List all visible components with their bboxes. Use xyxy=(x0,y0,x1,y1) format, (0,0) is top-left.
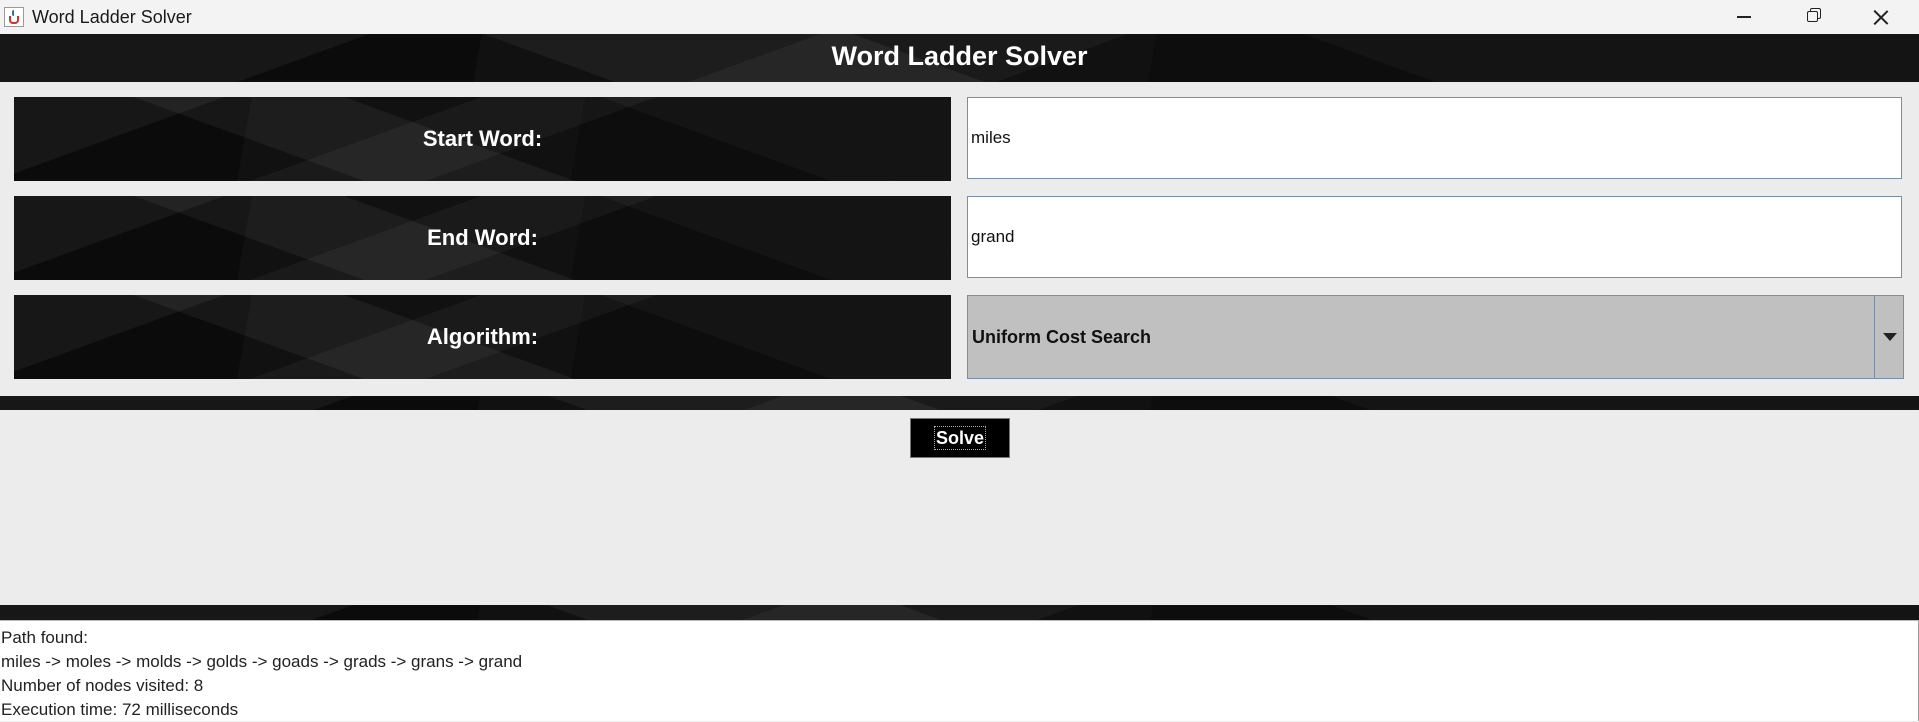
output-text-area[interactable]: Path found: miles -> moles -> molds -> g… xyxy=(0,620,1919,721)
start-word-label-panel: Start Word: xyxy=(14,97,951,181)
algorithm-select[interactable]: Uniform Cost Search xyxy=(967,295,1904,379)
start-word-value: miles xyxy=(971,128,1011,147)
close-button[interactable] xyxy=(1846,0,1914,34)
java-cup-icon xyxy=(4,7,24,27)
divider-top xyxy=(0,396,1919,410)
output-line-path-header: Path found: xyxy=(1,628,88,647)
divider-bottom xyxy=(0,605,1919,620)
minimize-icon xyxy=(1737,16,1751,18)
solve-button-label: Solve xyxy=(933,426,987,450)
end-word-value: grand xyxy=(971,227,1015,246)
solve-button[interactable]: Solve xyxy=(910,418,1010,458)
end-word-label-panel: End Word: xyxy=(14,196,951,280)
title-bar[interactable]: Word Ladder Solver xyxy=(0,0,1919,34)
app-window: Word Ladder Solver Word Ladder Solver St… xyxy=(0,0,1919,721)
output-line-path: miles -> moles -> molds -> golds -> goad… xyxy=(1,652,523,671)
window-title: Word Ladder Solver xyxy=(32,7,192,27)
header-banner: Word Ladder Solver xyxy=(0,34,1919,82)
output-line-time: Execution time: 72 milliseconds xyxy=(1,700,239,719)
close-icon xyxy=(1873,9,1889,25)
end-word-input[interactable]: grand xyxy=(967,196,1902,278)
page-title: Word Ladder Solver xyxy=(831,40,1088,71)
end-word-label: End Word: xyxy=(427,225,538,250)
algorithm-dropdown-button[interactable] xyxy=(1874,296,1903,378)
start-word-input[interactable]: miles xyxy=(967,97,1902,179)
chevron-down-icon xyxy=(1883,333,1897,341)
minimize-button[interactable] xyxy=(1710,0,1778,34)
output-line-nodes: Number of nodes visited: 8 xyxy=(1,676,204,695)
start-word-label: Start Word: xyxy=(422,126,543,151)
restore-button[interactable] xyxy=(1778,0,1846,34)
algorithm-label-panel: Algorithm: xyxy=(14,295,951,379)
algorithm-selected-value: Uniform Cost Search xyxy=(972,326,1152,347)
algorithm-label: Algorithm: xyxy=(426,324,539,349)
